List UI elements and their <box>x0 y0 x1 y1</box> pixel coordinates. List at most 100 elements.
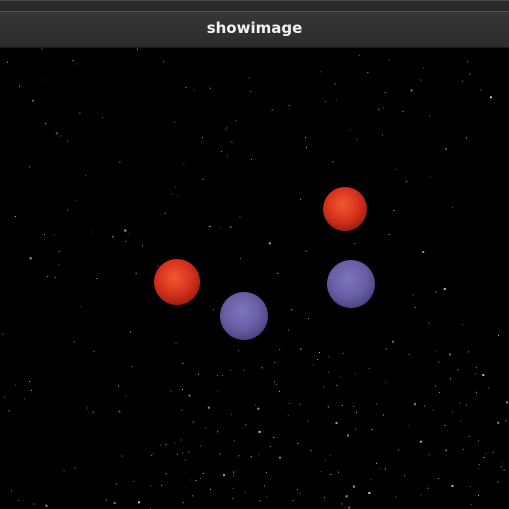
noise-dot <box>376 403 378 405</box>
noise-dot <box>353 485 355 488</box>
noise-dot <box>226 155 228 157</box>
noise-dot <box>58 264 60 266</box>
noise-dot <box>127 233 129 235</box>
noise-dot <box>96 278 98 279</box>
noise-dot <box>157 265 159 267</box>
noise-dot <box>7 61 9 63</box>
noise-dot <box>328 356 330 358</box>
noise-dot <box>297 442 299 444</box>
noise-dot <box>379 468 381 470</box>
noise-dot <box>4 396 6 398</box>
noise-dot <box>395 496 396 498</box>
noise-dot <box>470 503 472 505</box>
noise-dot <box>432 409 434 411</box>
noise-dot <box>279 349 281 351</box>
noise-dot <box>288 105 290 107</box>
noise-dot <box>74 199 76 201</box>
title-bar[interactable]: showimage <box>0 0 509 48</box>
noise-dot <box>130 331 131 333</box>
noise-dot <box>336 384 338 386</box>
noise-dot <box>125 240 127 242</box>
noise-dot <box>18 500 19 501</box>
noise-dot <box>202 178 204 180</box>
noise-dot <box>176 454 178 456</box>
noise-dot <box>257 407 260 410</box>
noise-dot <box>355 412 357 414</box>
noise-dot <box>55 132 58 135</box>
noise-dot <box>384 468 386 470</box>
noise-dot <box>435 385 436 387</box>
noise-dot <box>505 420 507 422</box>
noise-dot <box>174 442 176 444</box>
noise-dot <box>292 500 294 502</box>
noise-dot <box>205 427 207 429</box>
noise-dot <box>244 492 246 494</box>
noise-dot <box>213 309 215 311</box>
noise-dot <box>231 141 233 143</box>
noise-dot <box>131 366 133 368</box>
noise-dot <box>445 449 448 452</box>
noise-dot <box>346 434 349 437</box>
noise-dot <box>80 306 82 308</box>
noise-dot <box>368 367 370 369</box>
noise-dot <box>63 470 65 472</box>
noise-dot <box>235 120 237 122</box>
noise-dot <box>444 424 446 426</box>
noise-dot <box>217 390 219 392</box>
noise-dot <box>11 490 12 492</box>
noise-dot <box>478 439 479 441</box>
noise-dot <box>175 186 177 188</box>
noise-dot <box>258 453 260 455</box>
noise-dot <box>30 389 32 391</box>
noise-dot <box>287 329 289 331</box>
noise-dot <box>210 488 211 490</box>
noise-dot <box>424 405 426 407</box>
noise-dot <box>192 495 194 497</box>
noise-dot <box>238 350 240 352</box>
noise-dot <box>310 450 312 452</box>
noise-dot <box>427 487 429 489</box>
noise-dot <box>492 452 494 454</box>
noise-dot <box>102 116 104 118</box>
noise-dot <box>209 87 211 89</box>
noise-dot <box>248 77 250 79</box>
noise-dots <box>1 48 509 509</box>
image-display <box>1 48 509 509</box>
noise-dot <box>118 385 119 387</box>
noise-dot <box>462 448 464 450</box>
noise-dot <box>14 216 16 217</box>
window-title: showimage <box>206 19 303 37</box>
noise-dot <box>306 146 307 148</box>
noise-dot <box>354 243 356 245</box>
noise-dot <box>223 474 226 477</box>
noise-dot <box>451 485 454 487</box>
noise-dot <box>91 231 93 233</box>
noise-dot <box>405 180 407 182</box>
noise-dot <box>230 414 232 416</box>
noise-dot <box>327 406 329 408</box>
noise-dot <box>404 475 406 477</box>
noise-dot <box>274 381 275 383</box>
noise-dot <box>344 506 346 508</box>
noise-dot <box>67 209 69 211</box>
noise-dot <box>468 351 470 353</box>
noise-dot <box>268 242 271 245</box>
noise-dot <box>183 163 185 165</box>
noise-dot <box>340 376 342 378</box>
noise-dot <box>378 108 380 110</box>
noise-dot <box>53 234 55 236</box>
noise-dot <box>200 445 202 447</box>
noise-dot <box>289 402 291 404</box>
noise-dot <box>376 462 377 464</box>
noise-dot <box>299 492 301 494</box>
noise-dot <box>54 276 56 278</box>
noise-dot <box>161 484 163 486</box>
noise-dot <box>353 406 355 407</box>
noise-dot <box>192 421 194 423</box>
noise-dot <box>384 92 386 94</box>
noise-dot <box>233 475 235 477</box>
noise-dot <box>318 352 320 353</box>
noise-dot <box>229 226 232 229</box>
noise-dot <box>428 454 430 456</box>
noise-dot <box>407 425 409 427</box>
